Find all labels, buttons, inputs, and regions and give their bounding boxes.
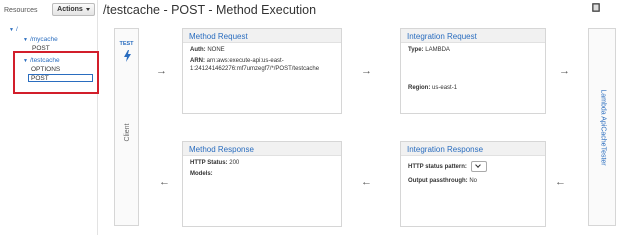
arrow-right-icon: → [156, 65, 167, 77]
arrow-left-icon: ← [555, 176, 566, 188]
integration-request-card: Integration Request Type: LAMBDA Region:… [400, 28, 546, 114]
caret-down-icon [85, 8, 90, 11]
http-status-field: HTTP Status: 200 [190, 159, 239, 167]
status-pattern-field: HTTP status pattern: [408, 161, 487, 172]
highlight-annotation [13, 51, 99, 94]
type-field: Type: LAMBDA [408, 46, 450, 54]
triangle-down-icon: ▼ [9, 27, 14, 33]
models-field: Models: [190, 170, 213, 178]
page-title: /testcache - POST - Method Execution [103, 3, 317, 17]
actions-button[interactable]: Actions [52, 3, 95, 16]
http-status-value: 200 [229, 160, 240, 166]
arrow-left-icon: ← [361, 176, 372, 188]
method-request-title[interactable]: Method Request [183, 29, 341, 43]
tree-item-mycache[interactable]: ▼/mycache [23, 36, 58, 43]
method-request-card: Method Request Auth: NONE ARN: arn:aws:e… [182, 28, 342, 114]
chevron-down-icon [474, 162, 481, 168]
method-response-card: Method Response HTTP Status: 200 Models: [182, 141, 342, 227]
test-client-panel[interactable]: TEST Client [114, 28, 139, 226]
region-label: Region: [408, 85, 431, 91]
passthrough-value: No [469, 178, 478, 184]
arrow-right-icon: → [559, 65, 570, 77]
integration-response-card: Integration Response HTTP status pattern… [400, 141, 546, 227]
integration-request-title[interactable]: Integration Request [401, 29, 545, 43]
auth-field: Auth: NONE [190, 46, 225, 54]
http-status-label: HTTP Status: [190, 160, 228, 166]
lambda-panel[interactable]: Lambda ApiCacheTester [588, 28, 616, 226]
arn-value-line1: arn:aws:execute-api:us-east- [206, 58, 284, 64]
client-label: Client [124, 123, 131, 142]
status-pattern-select[interactable] [470, 161, 487, 172]
test-link[interactable]: TEST [115, 41, 138, 47]
arn-label: ARN: [190, 58, 205, 64]
tree-item-label: /mycache [29, 36, 58, 43]
resources-label: Resources [4, 7, 38, 14]
models-label: Models: [190, 171, 213, 177]
auth-label: Auth: [190, 47, 206, 53]
lightning-icon[interactable] [123, 50, 132, 62]
tree-item-label: / [15, 26, 18, 33]
type-value: LAMBDA [425, 47, 450, 53]
actions-label: Actions [57, 6, 83, 13]
arrow-right-icon: → [361, 65, 372, 77]
lambda-function-link[interactable]: Lambda ApiCacheTester [600, 80, 607, 176]
book-icon[interactable] [592, 3, 600, 12]
method-response-title[interactable]: Method Response [183, 142, 341, 156]
type-label: Type: [408, 47, 424, 53]
region-field: Region: us-east-1 [408, 84, 457, 92]
integration-response-title[interactable]: Integration Response [401, 142, 545, 156]
region-value: us-east-1 [432, 85, 458, 91]
tree-item-root[interactable]: ▼ / [9, 26, 18, 33]
passthrough-label: Output passthrough: [408, 178, 468, 184]
status-pattern-label: HTTP status pattern: [408, 164, 467, 171]
arn-value-line2: 1:241241462276:mf7umzegf7/*/POST/testcac… [190, 66, 320, 72]
output-passthrough-field: Output passthrough: No [408, 177, 477, 185]
auth-value: NONE [207, 47, 225, 53]
arn-field: ARN: arn:aws:execute-api:us-east- [190, 57, 284, 65]
triangle-down-icon: ▼ [23, 37, 28, 43]
arrow-left-icon: ← [159, 176, 170, 188]
